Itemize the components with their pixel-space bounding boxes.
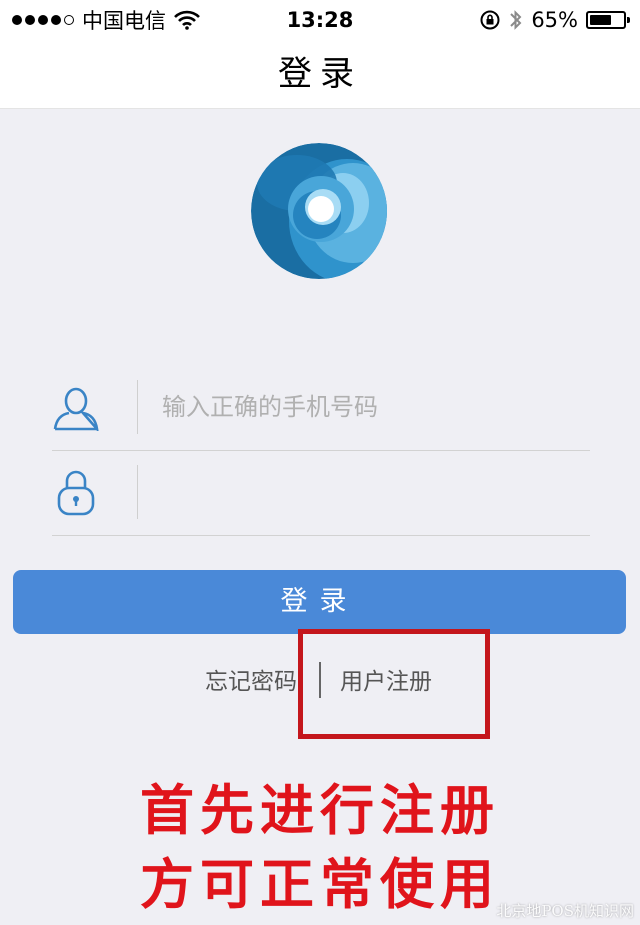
field-divider (137, 380, 138, 434)
login-button[interactable]: 登录 (13, 570, 626, 634)
lock-icon (57, 470, 95, 516)
forgot-password-link[interactable]: 忘记密码 (205, 662, 297, 702)
caption-line-1: 首先进行注册 (140, 779, 500, 842)
nav-bar: 登录 (0, 40, 640, 109)
password-field (52, 451, 590, 536)
battery-icon (586, 11, 630, 29)
field-divider (137, 465, 138, 519)
user-icon (53, 387, 99, 431)
watermark: 北京地POS机知识网 (496, 902, 634, 920)
app-logo (251, 143, 387, 279)
status-right: 65% (479, 0, 630, 40)
password-input[interactable] (162, 465, 582, 519)
page-title: 登录 (278, 54, 362, 94)
status-bar: 中国电信 13:28 65% (0, 0, 640, 40)
phone-input[interactable] (162, 380, 582, 434)
bluetooth-icon (510, 10, 522, 30)
register-highlight-box (298, 629, 490, 739)
phone-field (52, 366, 590, 451)
rotation-lock-icon (480, 10, 500, 30)
battery-percent: 65% (531, 8, 578, 32)
